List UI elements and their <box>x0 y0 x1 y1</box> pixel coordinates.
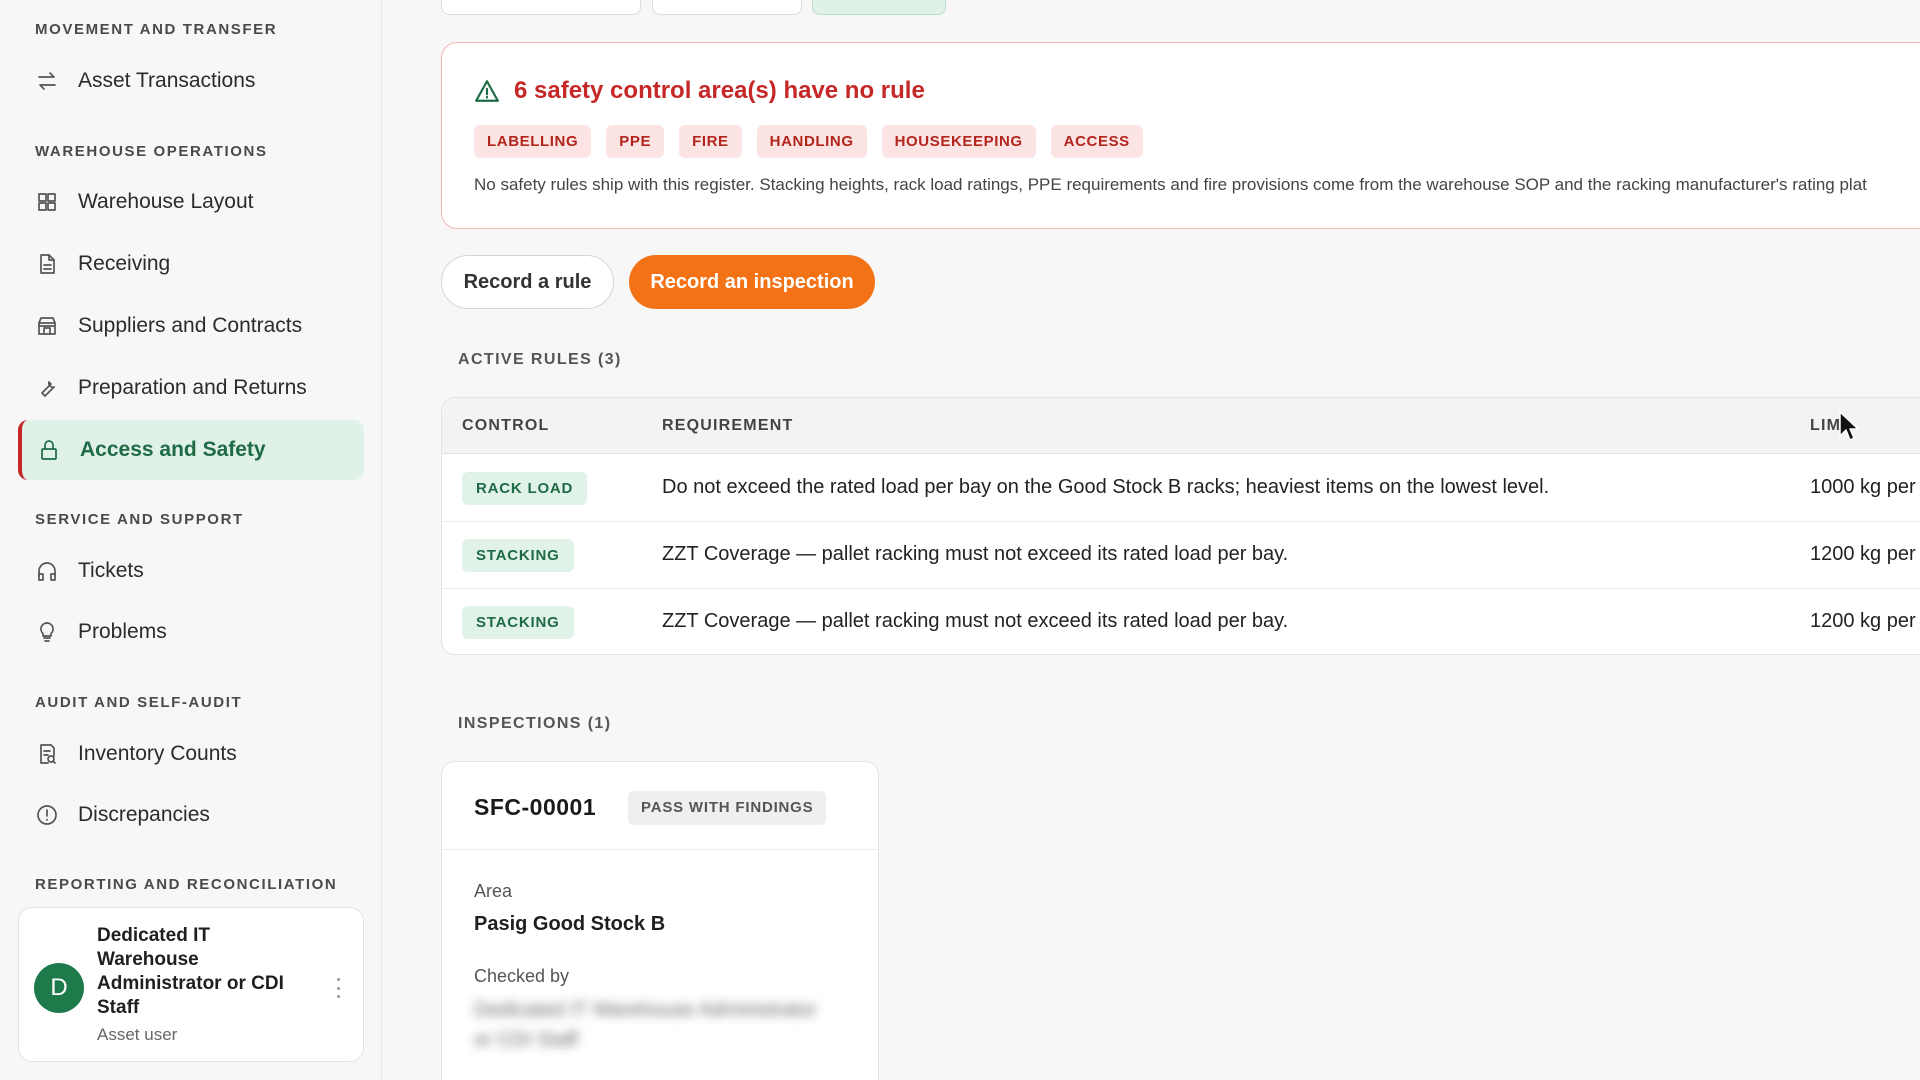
sidebar-item-label: Problems <box>78 620 167 643</box>
lock-icon <box>36 437 62 463</box>
tab-stub[interactable] <box>441 0 641 15</box>
inspection-id: SFC-00001 <box>474 794 597 820</box>
requirement-text: ZZT Coverage — pallet racking must not e… <box>662 543 1289 565</box>
inspection-card[interactable]: SFC-00001 PASS WITH FINDINGS Area Pasig … <box>441 761 879 1080</box>
sidebar-item-label: Discrepancies <box>78 803 210 826</box>
checked-by-value: Dedicated IT Warehouse Administrator or … <box>474 999 817 1051</box>
user-name: Dedicated IT Warehouse Administrator or … <box>97 925 284 1018</box>
control-badge: RACK LOAD <box>462 472 588 505</box>
section-title-reporting: REPORTING AND RECONCILIATION <box>35 876 338 893</box>
missing-area-chips: LABELLING PPE FIRE HANDLING HOUSEKEEPING… <box>474 125 1143 158</box>
sidebar-item-label: Inventory Counts <box>78 742 237 765</box>
sidebar-item-suppliers[interactable]: Suppliers and Contracts <box>18 296 364 356</box>
lightbulb-icon <box>34 619 60 645</box>
area-label: Area <box>474 881 513 901</box>
wrench-icon <box>34 375 60 401</box>
inspections-label: INSPECTIONS (1) <box>458 715 612 732</box>
sidebar-item-label: Tickets <box>78 559 144 582</box>
warning-icon <box>475 80 499 102</box>
alert-title: 6 safety control area(s) have no rule <box>474 77 925 105</box>
mouse-cursor-icon <box>1839 411 1859 441</box>
missing-rules-alert: 6 safety control area(s) have no rule LA… <box>441 42 1920 229</box>
section-title-movement: MOVEMENT AND TRANSFER <box>35 21 278 38</box>
sidebar-item-asset-transactions[interactable]: Asset Transactions <box>18 51 364 111</box>
sidebar-item-discrepancies[interactable]: Discrepancies <box>18 785 364 845</box>
sidebar-item-warehouse-layout[interactable]: Warehouse Layout <box>18 172 364 232</box>
arrows-exchange-icon <box>34 68 60 94</box>
inspection-card-header: SFC-00001 PASS WITH FINDINGS <box>442 762 878 850</box>
store-icon <box>34 313 60 339</box>
area-chip: PPE <box>606 125 665 158</box>
limit-text: 1200 kg per <box>1810 610 1916 632</box>
control-badge: STACKING <box>462 606 574 639</box>
area-chip: HOUSEKEEPING <box>881 125 1036 158</box>
section-title-audit: AUDIT AND SELF-AUDIT <box>35 694 243 711</box>
sidebar-item-tickets[interactable]: Tickets <box>18 541 364 601</box>
column-header-requirement[interactable]: REQUIREMENT <box>662 417 793 435</box>
sidebar-item-label: Warehouse Layout <box>78 190 254 213</box>
avatar: D <box>34 963 84 1013</box>
tab-stub[interactable] <box>652 0 802 15</box>
alert-circle-icon <box>34 802 60 828</box>
table-row[interactable]: STACKING ZZT Coverage — pallet racking m… <box>442 589 1920 654</box>
alert-title-text: 6 safety control area(s) have no rule <box>514 77 925 104</box>
area-chip: LABELLING <box>474 125 592 158</box>
section-title-service: SERVICE AND SUPPORT <box>35 511 244 528</box>
requirement-text: Do not exceed the rated load per bay on … <box>662 476 1550 498</box>
document-icon <box>34 251 60 277</box>
sidebar-item-label: Access and Safety <box>80 438 266 461</box>
limit-text: 1000 kg per <box>1810 476 1916 498</box>
sidebar-item-preparation[interactable]: Preparation and Returns <box>18 358 364 418</box>
table-row[interactable]: STACKING ZZT Coverage — pallet racking m… <box>442 522 1920 589</box>
column-header-control[interactable]: CONTROL <box>462 417 550 435</box>
sidebar-item-problems[interactable]: Problems <box>18 602 364 662</box>
area-chip: ACCESS <box>1050 125 1143 158</box>
headphones-icon <box>34 558 60 584</box>
sidebar-item-label: Asset Transactions <box>78 69 256 92</box>
section-title-warehouse: WAREHOUSE OPERATIONS <box>35 143 268 160</box>
checked-by-label: Checked by <box>474 966 570 986</box>
user-role: Asset user <box>97 1025 178 1044</box>
area-chip: HANDLING <box>756 125 867 158</box>
grid-icon <box>34 189 60 215</box>
sidebar-item-access-safety[interactable]: Access and Safety <box>18 420 364 480</box>
sidebar-item-label: Preparation and Returns <box>78 376 307 399</box>
status-badge: PASS WITH FINDINGS <box>628 791 827 825</box>
sidebar-item-label: Suppliers and Contracts <box>78 314 303 337</box>
control-badge: STACKING <box>462 539 574 572</box>
table-row[interactable]: RACK LOAD Do not exceed the rated load p… <box>442 455 1920 522</box>
sidebar: MOVEMENT AND TRANSFER Asset Transactions… <box>0 0 382 1080</box>
column-header-limit[interactable]: LIM <box>1810 417 1841 435</box>
limit-text: 1200 kg per <box>1810 543 1916 565</box>
tab-stub-active[interactable] <box>812 0 946 15</box>
record-inspection-button[interactable]: Record an inspection <box>629 255 875 309</box>
sidebar-item-label: Receiving <box>78 252 171 275</box>
area-value: Pasig Good Stock B <box>474 913 666 935</box>
record-rule-button[interactable]: Record a rule <box>441 255 614 309</box>
requirement-text: ZZT Coverage — pallet racking must not e… <box>662 610 1289 632</box>
area-chip: FIRE <box>679 125 742 158</box>
clipboard-search-icon <box>34 741 60 767</box>
more-options-icon[interactable] <box>335 978 341 998</box>
active-rules-label: ACTIVE RULES (3) <box>458 351 622 368</box>
user-card[interactable]: D Dedicated IT Warehouse Administrator o… <box>18 907 364 1062</box>
alert-note: No safety rules ship with this register.… <box>474 175 1867 194</box>
sidebar-item-inventory-counts[interactable]: Inventory Counts <box>18 724 364 784</box>
rules-table: CONTROL REQUIREMENT LIM RACK LOAD Do not… <box>441 397 1920 655</box>
table-header: CONTROL REQUIREMENT LIM <box>442 398 1920 454</box>
sidebar-item-receiving[interactable]: Receiving <box>18 234 364 294</box>
